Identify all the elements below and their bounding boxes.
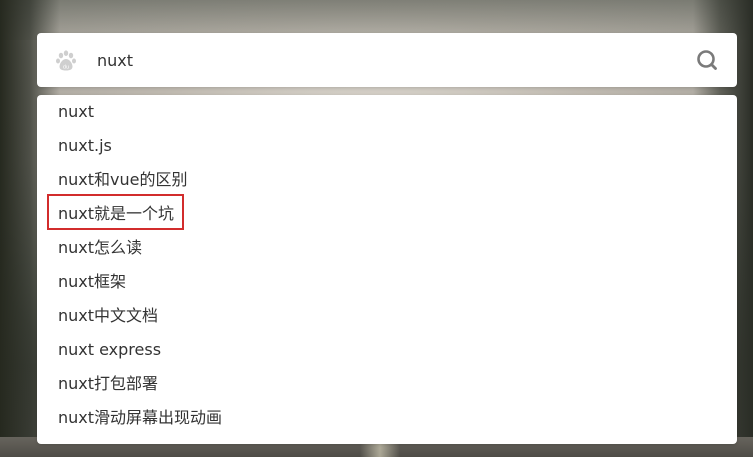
suggestion-item[interactable]: nuxt: [37, 95, 737, 129]
suggestion-item[interactable]: nuxt.js: [37, 129, 737, 163]
suggestion-item[interactable]: nuxt就是一个坑: [37, 197, 737, 231]
search-icon[interactable]: [695, 48, 719, 72]
suggestion-item[interactable]: nuxt滑动屏幕出现动画: [37, 401, 737, 435]
suggestion-dropdown: nuxt nuxt.js nuxt和vue的区别 nuxt就是一个坑 nuxt怎…: [37, 95, 737, 444]
suggestion-list: nuxt nuxt.js nuxt和vue的区别 nuxt就是一个坑 nuxt怎…: [37, 95, 737, 435]
suggestion-item[interactable]: nuxt怎么读: [37, 231, 737, 265]
svg-text:du: du: [63, 65, 69, 71]
suggestion-item[interactable]: nuxt express: [37, 333, 737, 367]
suggestion-item[interactable]: nuxt打包部署: [37, 367, 737, 401]
baidu-paw-icon: du: [55, 50, 77, 72]
search-input[interactable]: [97, 45, 657, 75]
suggestion-item[interactable]: nuxt和vue的区别: [37, 163, 737, 197]
search-box: du: [37, 33, 737, 87]
suggestion-item[interactable]: nuxt中文文档: [37, 299, 737, 333]
background-road-line: [360, 443, 400, 457]
suggestion-item[interactable]: nuxt框架: [37, 265, 737, 299]
